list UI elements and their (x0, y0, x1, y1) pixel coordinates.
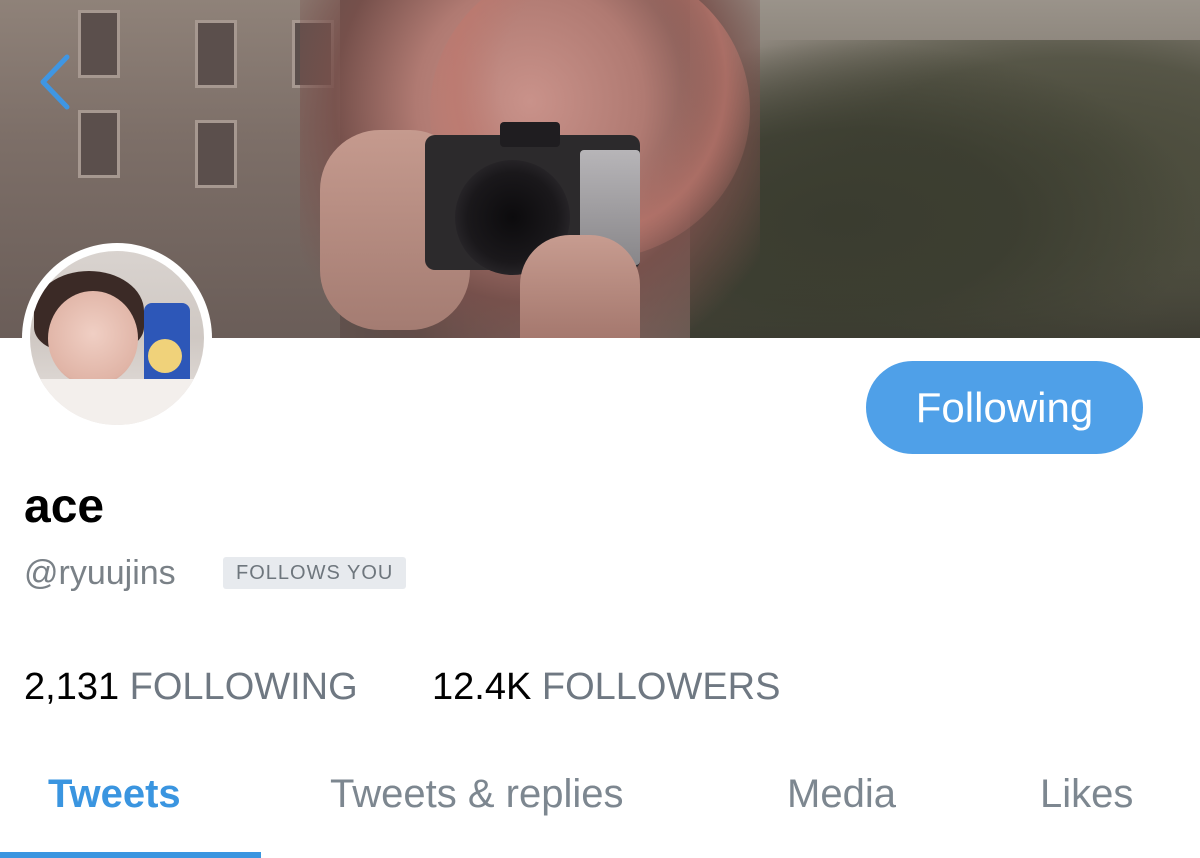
back-button[interactable] (28, 50, 82, 114)
follows-you-badge: FOLLOWS YOU (223, 557, 407, 589)
banner-camera-top (500, 122, 560, 147)
tab-likes[interactable]: Likes (1040, 768, 1133, 820)
following-count: 2,131 (24, 666, 120, 708)
profile-page: Following ace @ryuujins FOLLOWS YOU 2,13… (0, 0, 1200, 858)
banner-trees (690, 40, 1200, 338)
tab-media[interactable]: Media (787, 768, 896, 820)
following-label: FOLLOWING (129, 666, 358, 708)
chevron-left-icon (40, 54, 70, 110)
active-tab-indicator (0, 852, 261, 858)
following-button[interactable]: Following (866, 361, 1143, 454)
profile-tabs: Tweets Tweets & replies Media Likes (0, 748, 1200, 858)
avatar[interactable] (22, 243, 212, 433)
banner-window (195, 120, 237, 188)
followers-label: FOLLOWERS (541, 666, 781, 708)
avatar-pillow (30, 379, 204, 425)
display-name: ace (24, 480, 105, 533)
avatar-face (48, 291, 138, 386)
tab-tweets-and-replies[interactable]: Tweets & replies (330, 768, 623, 820)
banner-window (78, 110, 120, 178)
user-handle: @ryuujins (24, 554, 176, 592)
following-stat[interactable]: 2,131 FOLLOWING (24, 665, 358, 709)
avatar-image (30, 251, 204, 425)
banner-hand (520, 235, 640, 338)
followers-stat[interactable]: 12.4K FOLLOWERS (432, 665, 780, 709)
avatar-flower (148, 339, 182, 373)
tab-tweets[interactable]: Tweets (48, 768, 181, 820)
banner-window (78, 10, 120, 78)
banner-window (195, 20, 237, 88)
followers-count: 12.4K (432, 666, 532, 708)
